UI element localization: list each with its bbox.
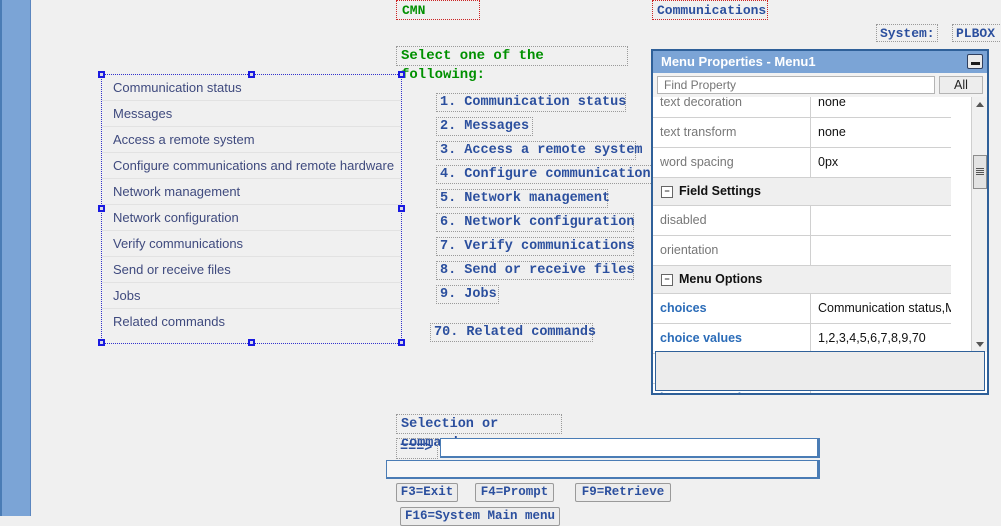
fkey-f9-retrieve[interactable]: F9=Retrieve [575,483,671,502]
property-group-label: Field Settings [679,184,761,198]
menu-option-4[interactable]: 4. Configure communications [436,165,663,184]
property-value[interactable]: 1,2,3,4,5,6,7,8,9,70 [811,324,951,353]
resize-handle-bottom-right[interactable] [398,339,405,346]
command-input[interactable] [440,438,820,458]
property-name: orientation [653,236,811,265]
list-item[interactable]: Network management [102,179,401,205]
menu-option-7[interactable]: 7. Verify communications [436,237,634,256]
menu-option-9[interactable]: 9. Jobs [436,285,499,304]
property-value[interactable]: none [811,97,951,117]
resize-handle-bottom-left[interactable] [98,339,105,346]
panel-titlebar[interactable]: Menu Properties - Menu1 [653,51,987,73]
property-name: choices [653,294,811,323]
selection-or-command-label[interactable]: Selection or command [396,414,562,451]
list-item[interactable]: Messages [102,101,401,127]
property-value[interactable]: none [811,118,951,147]
property-name: disabled [653,206,811,235]
screen-title-label[interactable]: Communications [652,0,768,20]
property-group-label: Menu Options [679,272,763,286]
list-item[interactable]: Jobs [102,283,401,309]
property-row[interactable]: word spacing 0px [653,148,951,178]
list-item[interactable]: Related commands [102,309,401,335]
property-row[interactable]: orientation [653,236,951,266]
property-group-field-settings[interactable]: − Field Settings [653,178,951,206]
fkey-f16-system-main-menu[interactable]: F16=System Main menu [400,507,560,526]
all-button[interactable]: All [939,76,983,94]
property-row[interactable]: disabled [653,206,951,236]
resize-handle-top-left[interactable] [98,71,105,78]
list-item[interactable]: Send or receive files [102,257,401,283]
menu-option-6[interactable]: 6. Network configuration [436,213,634,232]
property-name: text transform [653,118,811,147]
system-label[interactable]: System: [876,24,938,42]
list-item[interactable]: Access a remote system [102,127,401,153]
scroll-up-icon[interactable] [972,97,988,113]
menu-widget[interactable]: Communication status Messages Access a r… [101,74,402,344]
fkey-f4-prompt[interactable]: F4=Prompt [475,483,554,502]
list-item[interactable]: Verify communications [102,231,401,257]
property-value[interactable]: 0px [811,148,951,177]
command-arrow-label[interactable]: ===> [396,438,438,459]
menu-option-2[interactable]: 2. Messages [436,117,533,136]
scroll-down-icon[interactable] [972,336,988,352]
property-row[interactable]: choices Communication status,Me: [653,294,951,324]
menu-properties-panel[interactable]: Menu Properties - Menu1 All text decorat… [651,49,989,395]
property-row[interactable]: choice values 1,2,3,4,5,6,7,8,9,70 [653,324,951,354]
list-item[interactable]: Configure communications and remote hard… [102,153,401,179]
property-group-menu-options[interactable]: − Menu Options [653,266,951,294]
property-grid-scrollbar[interactable] [971,97,987,352]
property-name: word spacing [653,148,811,177]
left-rail [2,0,30,516]
property-name: text decoration [653,97,811,117]
property-search-bar: All [653,73,987,97]
resize-handle-middle-left[interactable] [98,205,105,212]
property-row[interactable]: text decoration none [653,97,951,118]
property-value[interactable]: Communication status,Me: [811,294,951,323]
property-value[interactable] [811,206,951,235]
menu-option-8[interactable]: 8. Send or receive files [436,261,634,280]
find-property-input[interactable] [657,76,935,94]
property-value[interactable] [811,236,951,265]
panel-title: Menu Properties - Menu1 [661,54,816,69]
list-item[interactable]: Communication status [102,75,401,101]
panel-footer-area [655,351,985,391]
list-item[interactable]: Network configuration [102,205,401,231]
property-grid-viewport: text decoration none text transform none… [653,97,987,393]
menu-option-70[interactable]: 70. Related commands [430,323,596,342]
resize-handle-top-right[interactable] [398,71,405,78]
left-rail-edge-right [30,0,31,516]
menu-option-5[interactable]: 5. Network management [436,189,610,208]
system-value[interactable]: PLBOX [952,24,1001,42]
message-input[interactable] [386,460,820,479]
menu-option-3[interactable]: 3. Access a remote system [436,141,643,160]
fkey-f3-exit[interactable]: F3=Exit [396,483,458,502]
resize-handle-top-center[interactable] [248,71,255,78]
screen-id-label[interactable]: CMN [396,0,480,20]
menu-option-1[interactable]: 1. Communication status [436,93,626,112]
minimize-icon[interactable] [967,54,983,69]
select-prompt-label[interactable]: Select one of the following: [396,46,628,83]
property-row[interactable]: text transform none [653,118,951,148]
resize-handle-middle-right[interactable] [398,205,405,212]
scrollbar-thumb[interactable] [973,155,987,189]
property-grid: text decoration none text transform none… [653,97,951,393]
property-name: choice values [653,324,811,353]
collapse-icon[interactable]: − [661,273,673,286]
resize-handle-bottom-center[interactable] [248,339,255,346]
collapse-icon[interactable]: − [661,185,673,198]
